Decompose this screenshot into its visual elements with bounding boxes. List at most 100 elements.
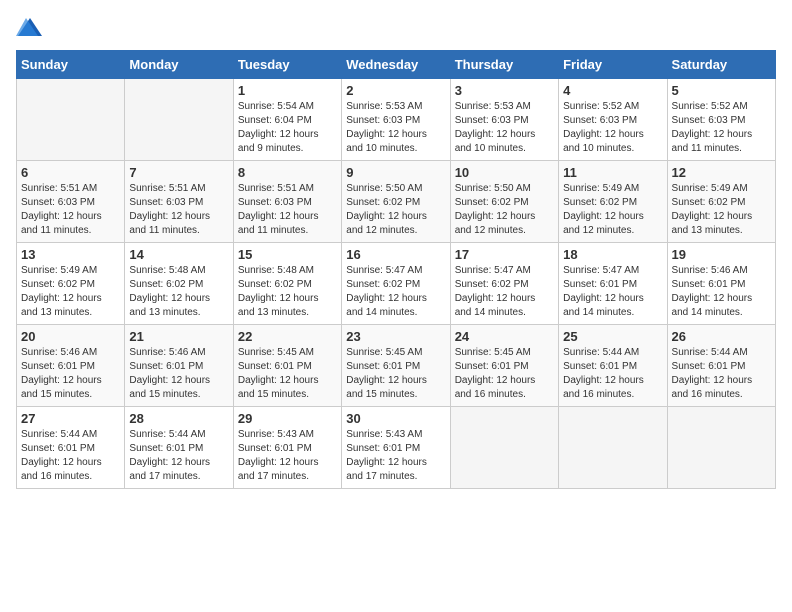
day-number: 8	[238, 165, 337, 180]
calendar-cell: 22 Sunrise: 5:45 AM Sunset: 6:01 PM Dayli…	[233, 325, 341, 407]
week-row-4: 20 Sunrise: 5:46 AM Sunset: 6:01 PM Dayli…	[17, 325, 776, 407]
calendar-cell: 17Sunrise: 5:47 AM Sunset: 6:02 PM Dayli…	[450, 243, 558, 325]
calendar-cell: 9 Sunrise: 5:50 AM Sunset: 6:02 PM Daylig…	[342, 161, 450, 243]
calendar-cell	[667, 407, 775, 489]
calendar-cell: 28 Sunrise: 5:44 AM Sunset: 6:01 PM Dayli…	[125, 407, 233, 489]
day-info: Sunrise: 5:52 AM Sunset: 6:03 PM Dayligh…	[672, 100, 771, 156]
day-number: 26	[672, 329, 771, 344]
header-cell-friday: Friday	[559, 51, 667, 79]
day-info: Sunrise: 5:51 AM Sunset: 6:03 PM Dayligh…	[238, 182, 337, 238]
calendar-cell: 26 Sunrise: 5:44 AM Sunset: 6:01 PM Dayli…	[667, 325, 775, 407]
calendar-cell: 30Sunrise: 5:43 AM Sunset: 6:01 PM Dayli…	[342, 407, 450, 489]
calendar-cell: 16 Sunrise: 5:47 AM Sunset: 6:02 PM Dayli…	[342, 243, 450, 325]
header-cell-sunday: Sunday	[17, 51, 125, 79]
calendar-cell: 3Sunrise: 5:53 AM Sunset: 6:03 PM Daylig…	[450, 79, 558, 161]
day-info: Sunrise: 5:44 AM Sunset: 6:01 PM Dayligh…	[672, 346, 771, 402]
calendar-cell: 21 Sunrise: 5:46 AM Sunset: 6:01 PM Dayli…	[125, 325, 233, 407]
day-number: 5	[672, 83, 771, 98]
day-info: Sunrise: 5:53 AM Sunset: 6:03 PM Dayligh…	[346, 100, 445, 156]
calendar-cell: 14 Sunrise: 5:48 AM Sunset: 6:02 PM Dayli…	[125, 243, 233, 325]
day-number: 9	[346, 165, 445, 180]
calendar-cell: 7 Sunrise: 5:51 AM Sunset: 6:03 PM Daylig…	[125, 161, 233, 243]
day-number: 11	[563, 165, 662, 180]
day-number: 15	[238, 247, 337, 262]
week-row-1: 1 Sunrise: 5:54 AM Sunset: 6:04 PM Daylig…	[17, 79, 776, 161]
calendar-cell: 5 Sunrise: 5:52 AM Sunset: 6:03 PM Daylig…	[667, 79, 775, 161]
day-info: Sunrise: 5:50 AM Sunset: 6:02 PM Dayligh…	[346, 182, 445, 238]
page-header	[16, 16, 776, 38]
day-info: Sunrise: 5:46 AM Sunset: 6:01 PM Dayligh…	[129, 346, 228, 402]
day-info: Sunrise: 5:48 AM Sunset: 6:02 PM Dayligh…	[238, 264, 337, 320]
day-number: 22	[238, 329, 337, 344]
day-info: Sunrise: 5:49 AM Sunset: 6:02 PM Dayligh…	[672, 182, 771, 238]
calendar-cell	[17, 79, 125, 161]
calendar-cell: 24 Sunrise: 5:45 AM Sunset: 6:01 PM Dayli…	[450, 325, 558, 407]
day-number: 21	[129, 329, 228, 344]
day-number: 12	[672, 165, 771, 180]
day-info: Sunrise: 5:47 AM Sunset: 6:02 PM Dayligh…	[346, 264, 445, 320]
calendar-cell: 4Sunrise: 5:52 AM Sunset: 6:03 PM Daylig…	[559, 79, 667, 161]
day-number: 16	[346, 247, 445, 262]
day-number: 6	[21, 165, 120, 180]
header-cell-tuesday: Tuesday	[233, 51, 341, 79]
day-number: 17	[455, 247, 554, 262]
calendar-cell: 20 Sunrise: 5:46 AM Sunset: 6:01 PM Dayli…	[17, 325, 125, 407]
day-number: 20	[21, 329, 120, 344]
calendar-cell: 2 Sunrise: 5:53 AM Sunset: 6:03 PM Daylig…	[342, 79, 450, 161]
calendar-cell: 10Sunrise: 5:50 AM Sunset: 6:02 PM Dayli…	[450, 161, 558, 243]
header-cell-wednesday: Wednesday	[342, 51, 450, 79]
day-number: 30	[346, 411, 445, 426]
calendar-cell: 6 Sunrise: 5:51 AM Sunset: 6:03 PM Daylig…	[17, 161, 125, 243]
day-info: Sunrise: 5:48 AM Sunset: 6:02 PM Dayligh…	[129, 264, 228, 320]
header-row: SundayMondayTuesdayWednesdayThursdayFrid…	[17, 51, 776, 79]
day-info: Sunrise: 5:43 AM Sunset: 6:01 PM Dayligh…	[238, 428, 337, 484]
day-info: Sunrise: 5:44 AM Sunset: 6:01 PM Dayligh…	[129, 428, 228, 484]
header-cell-thursday: Thursday	[450, 51, 558, 79]
calendar-cell: 27 Sunrise: 5:44 AM Sunset: 6:01 PM Dayli…	[17, 407, 125, 489]
day-info: Sunrise: 5:45 AM Sunset: 6:01 PM Dayligh…	[346, 346, 445, 402]
day-number: 25	[563, 329, 662, 344]
calendar-cell: 19 Sunrise: 5:46 AM Sunset: 6:01 PM Dayli…	[667, 243, 775, 325]
day-number: 29	[238, 411, 337, 426]
day-number: 10	[455, 165, 554, 180]
day-number: 14	[129, 247, 228, 262]
calendar-cell: 13 Sunrise: 5:49 AM Sunset: 6:02 PM Dayli…	[17, 243, 125, 325]
day-info: Sunrise: 5:51 AM Sunset: 6:03 PM Dayligh…	[21, 182, 120, 238]
day-number: 7	[129, 165, 228, 180]
day-info: Sunrise: 5:44 AM Sunset: 6:01 PM Dayligh…	[21, 428, 120, 484]
day-number: 19	[672, 247, 771, 262]
calendar-cell: 1 Sunrise: 5:54 AM Sunset: 6:04 PM Daylig…	[233, 79, 341, 161]
day-info: Sunrise: 5:49 AM Sunset: 6:02 PM Dayligh…	[21, 264, 120, 320]
day-number: 23	[346, 329, 445, 344]
day-number: 24	[455, 329, 554, 344]
week-row-5: 27 Sunrise: 5:44 AM Sunset: 6:01 PM Dayli…	[17, 407, 776, 489]
day-info: Sunrise: 5:54 AM Sunset: 6:04 PM Dayligh…	[238, 100, 337, 156]
day-info: Sunrise: 5:52 AM Sunset: 6:03 PM Dayligh…	[563, 100, 662, 156]
day-info: Sunrise: 5:51 AM Sunset: 6:03 PM Dayligh…	[129, 182, 228, 238]
day-info: Sunrise: 5:46 AM Sunset: 6:01 PM Dayligh…	[21, 346, 120, 402]
logo	[16, 16, 48, 38]
day-info: Sunrise: 5:46 AM Sunset: 6:01 PM Dayligh…	[672, 264, 771, 320]
calendar-cell: 8 Sunrise: 5:51 AM Sunset: 6:03 PM Daylig…	[233, 161, 341, 243]
day-info: Sunrise: 5:45 AM Sunset: 6:01 PM Dayligh…	[455, 346, 554, 402]
calendar-cell: 12 Sunrise: 5:49 AM Sunset: 6:02 PM Dayli…	[667, 161, 775, 243]
day-number: 2	[346, 83, 445, 98]
calendar-cell	[125, 79, 233, 161]
header-cell-saturday: Saturday	[667, 51, 775, 79]
day-number: 18	[563, 247, 662, 262]
day-info: Sunrise: 5:45 AM Sunset: 6:01 PM Dayligh…	[238, 346, 337, 402]
calendar-cell: 18 Sunrise: 5:47 AM Sunset: 6:01 PM Dayli…	[559, 243, 667, 325]
day-info: Sunrise: 5:53 AM Sunset: 6:03 PM Dayligh…	[455, 100, 554, 156]
day-info: Sunrise: 5:49 AM Sunset: 6:02 PM Dayligh…	[563, 182, 662, 238]
calendar-body: 1 Sunrise: 5:54 AM Sunset: 6:04 PM Daylig…	[17, 79, 776, 489]
day-number: 13	[21, 247, 120, 262]
calendar-cell: 29 Sunrise: 5:43 AM Sunset: 6:01 PM Dayli…	[233, 407, 341, 489]
day-number: 28	[129, 411, 228, 426]
day-info: Sunrise: 5:44 AM Sunset: 6:01 PM Dayligh…	[563, 346, 662, 402]
week-row-2: 6 Sunrise: 5:51 AM Sunset: 6:03 PM Daylig…	[17, 161, 776, 243]
calendar-cell: 23 Sunrise: 5:45 AM Sunset: 6:01 PM Dayli…	[342, 325, 450, 407]
day-info: Sunrise: 5:47 AM Sunset: 6:01 PM Dayligh…	[563, 264, 662, 320]
day-number: 27	[21, 411, 120, 426]
calendar-header: SundayMondayTuesdayWednesdayThursdayFrid…	[17, 51, 776, 79]
day-number: 1	[238, 83, 337, 98]
